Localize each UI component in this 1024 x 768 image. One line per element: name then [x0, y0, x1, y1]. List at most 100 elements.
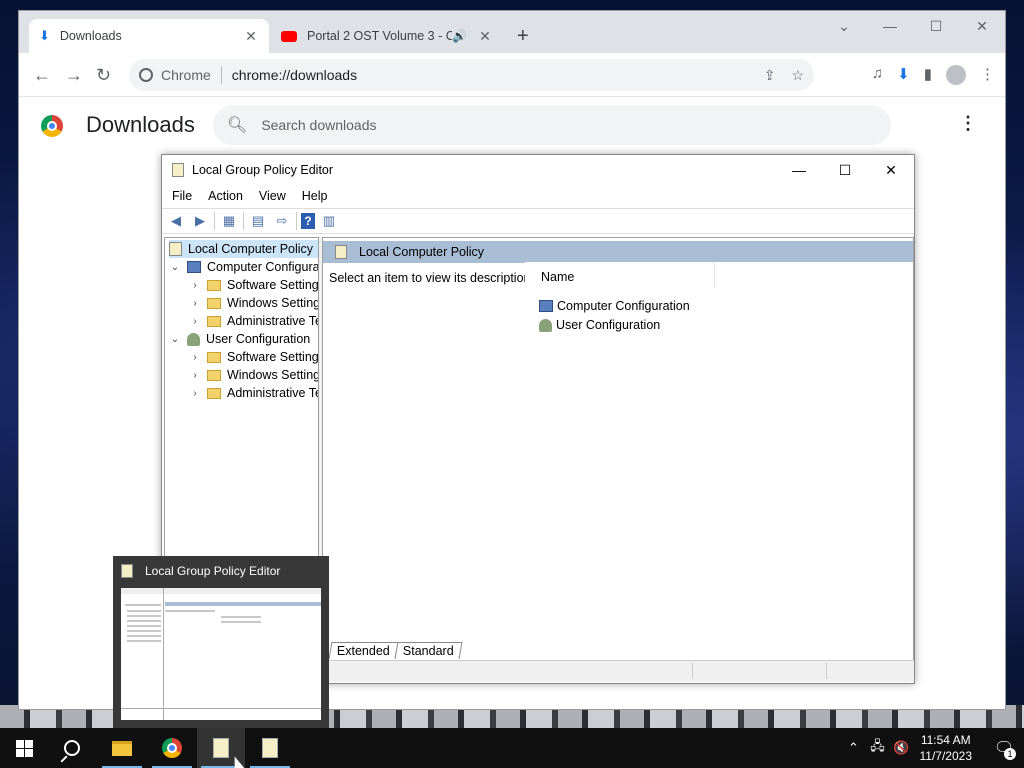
tree-item-administrative-templates[interactable]: › Administrative Te [189, 312, 319, 330]
tab-downloads[interactable]: ⬇ Downloads ✕ [29, 19, 269, 53]
thumbnail-title-label: Local Group Policy Editor [145, 564, 281, 578]
menu-action[interactable]: Action [208, 189, 243, 203]
new-tab-button[interactable]: + [517, 25, 529, 48]
show-hide-tree-icon[interactable]: ▦ [219, 212, 239, 230]
taskbar-chrome[interactable] [148, 728, 196, 768]
notification-center-button[interactable]: 🗨 1 [984, 728, 1024, 768]
chevron-right-icon[interactable]: › [189, 388, 201, 399]
folder-icon [207, 369, 221, 381]
menu-file[interactable]: File [172, 189, 192, 203]
policy-icon [172, 163, 184, 177]
minimize-button[interactable]: — [776, 155, 822, 185]
chevron-down-icon[interactable]: ⌄ [169, 334, 181, 345]
tab-search-icon[interactable]: ⌄ [821, 11, 867, 41]
forward-button[interactable]: → [65, 65, 83, 86]
speaker-icon[interactable]: 🔊 [452, 29, 467, 43]
chrome-icon [139, 68, 153, 82]
windows-logo-icon [15, 739, 33, 757]
tree-item-label: User Configuration [206, 332, 311, 346]
tab-strip: ⬇ Downloads ✕ Portal 2 OST Volume 3 - Ca… [19, 11, 1005, 53]
window-title: Local Group Policy Editor [192, 163, 334, 177]
view-tabs: Extended Standard [328, 642, 463, 659]
chevron-right-icon[interactable]: › [189, 316, 201, 327]
list-item-label: User Configuration [556, 318, 661, 332]
search-box[interactable]: 🔍︎ [213, 105, 891, 145]
toolbar-separator [296, 212, 297, 230]
toolbar-separator [214, 212, 215, 230]
tree-item-windows-settings[interactable]: › Windows Setting [189, 294, 318, 312]
column-header-name[interactable]: Name [525, 262, 715, 288]
tab-standard[interactable]: Standard [394, 642, 463, 659]
tree-item-label: Administrative Te [227, 314, 319, 328]
filter-icon[interactable]: ▥ [319, 212, 339, 230]
profile-avatar[interactable] [946, 65, 966, 85]
close-icon[interactable]: ✕ [477, 28, 493, 45]
volume-muted-icon[interactable]: 🔇 [890, 740, 914, 756]
tree-item-administrative-templates[interactable]: › Administrative Te [189, 384, 318, 402]
search-icon [64, 740, 80, 756]
media-control-icon[interactable]: ♫ [872, 65, 883, 85]
chevron-up-icon[interactable]: ⌃ [842, 740, 866, 756]
folder-icon [207, 297, 221, 309]
user-icon [539, 318, 552, 332]
policy-icon [121, 564, 133, 578]
minimize-button[interactable]: — [867, 11, 913, 41]
computer-icon [187, 261, 201, 273]
policy-icon [335, 245, 347, 259]
properties-icon[interactable]: ▤ [248, 212, 268, 230]
items-list: Name Computer Configuration User Configu… [525, 262, 913, 642]
chrome-logo-icon [41, 115, 63, 137]
close-button[interactable]: ✕ [868, 155, 914, 185]
tree-item-software-settings[interactable]: › Software Settings [189, 348, 318, 366]
tree-item-computer-configuration[interactable]: ⌄ Computer Configura [169, 258, 318, 276]
reload-button[interactable]: ↻ [96, 65, 111, 86]
maximize-button[interactable]: ☐ [913, 11, 959, 41]
taskbar-thumbnail[interactable]: Local Group Policy Editor [113, 556, 329, 728]
export-list-icon[interactable]: ⇨ [272, 212, 292, 230]
taskbar-search-button[interactable] [48, 728, 96, 768]
folder-icon [207, 351, 221, 363]
downloads-icon[interactable]: ⬇ [897, 65, 910, 85]
window-controls: — ☐ ✕ [776, 155, 914, 185]
folder-icon [207, 387, 221, 399]
list-item-user-configuration[interactable]: User Configuration [539, 316, 660, 334]
maximize-button[interactable]: ☐ [822, 155, 868, 185]
side-panel-icon[interactable]: ▮ [924, 65, 932, 85]
download-icon: ⬇ [39, 28, 50, 43]
chevron-down-icon[interactable]: ⌄ [169, 262, 181, 273]
back-button[interactable]: ← [33, 65, 51, 86]
search-input[interactable] [261, 117, 862, 133]
menu-view[interactable]: View [259, 189, 286, 203]
omnibox[interactable]: Chrome chrome://downloads ⇪ ☆ [129, 59, 814, 91]
close-icon[interactable]: ✕ [243, 28, 259, 45]
close-window-button[interactable]: ✕ [959, 11, 1005, 41]
network-icon[interactable]: 🖧 [866, 737, 890, 759]
tree-item-local-computer-policy[interactable]: Local Computer Policy [169, 240, 318, 258]
chevron-right-icon[interactable]: › [189, 352, 201, 363]
bookmark-star-icon[interactable]: ☆ [791, 67, 804, 84]
site-chip[interactable]: Chrome [129, 67, 211, 83]
list-item-computer-configuration[interactable]: Computer Configuration [539, 297, 690, 315]
more-actions-icon[interactable]: ⋮ [959, 113, 977, 134]
help-icon[interactable]: ? [301, 213, 315, 229]
share-icon[interactable]: ⇪ [764, 67, 776, 84]
chevron-right-icon[interactable]: › [189, 370, 201, 381]
tree-item-software-settings[interactable]: › Software Settings [189, 276, 318, 294]
taskbar-gpedit-2[interactable] [246, 728, 294, 768]
url-text[interactable]: chrome://downloads [232, 67, 357, 83]
tab-portal-ost[interactable]: Portal 2 OST Volume 3 - Ca 🔊 ✕ [271, 19, 503, 53]
menu-help[interactable]: Help [302, 189, 328, 203]
tab-extended[interactable]: Extended [328, 642, 399, 659]
back-arrow-icon[interactable]: ◀ [166, 212, 186, 230]
clock[interactable]: 11:54 AM 11/7/2023 [920, 732, 973, 764]
tree-item-user-configuration[interactable]: ⌄ User Configuration [169, 330, 310, 348]
forward-arrow-icon[interactable]: ▶ [190, 212, 210, 230]
start-button[interactable] [0, 728, 48, 768]
taskbar-file-explorer[interactable] [98, 728, 146, 768]
tree-item-windows-settings[interactable]: › Windows Setting [189, 366, 318, 384]
omnibox-separator [220, 66, 222, 84]
site-chip-label: Chrome [161, 67, 211, 83]
menu-kebab-icon[interactable]: ⋮ [980, 65, 995, 85]
chevron-right-icon[interactable]: › [189, 298, 201, 309]
chevron-right-icon[interactable]: › [189, 280, 201, 291]
